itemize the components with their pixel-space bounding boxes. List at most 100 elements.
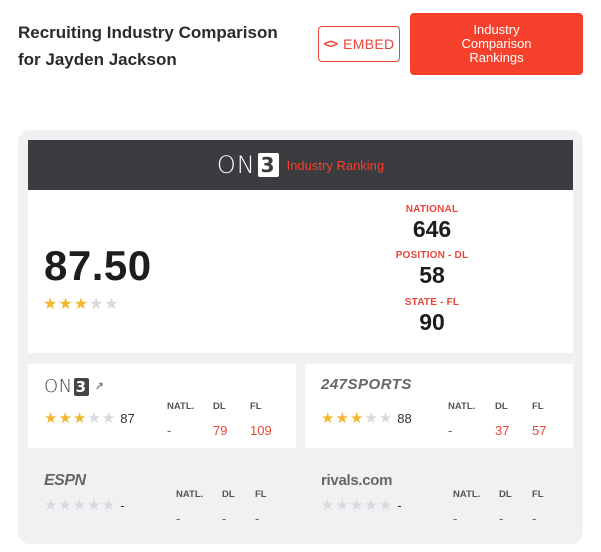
national-rank: NATIONAL 646 (387, 204, 477, 243)
247sports-pos-value: 37 (495, 423, 510, 438)
star-filled-icon: ★ (44, 410, 58, 427)
espn-score: - (120, 498, 125, 513)
star-empty-icon: ★ (378, 410, 393, 427)
rivals-natl-value: - (453, 511, 458, 526)
espn-pos: DL - (222, 489, 235, 526)
on3-small-logo-text: ON (44, 376, 73, 397)
star-empty-icon: ★ (89, 296, 104, 313)
industry-ranking-card: ON 3 Industry Ranking 87.50 ★ ★ ★ ★ ★ NATIONA… (28, 140, 573, 353)
star-empty-icon: ★ (101, 497, 116, 514)
rivals-state-value: - (532, 511, 537, 526)
rivals-pos: DL - (499, 489, 512, 526)
espn-service-card: ESPN ★ ★ ★ ★ ★ - NATL. - DL - FL - (28, 458, 296, 542)
star-filled-icon: ★ (321, 410, 335, 427)
espn-state: FL - (255, 489, 267, 526)
star-filled-icon: ★ (58, 410, 72, 427)
on3-natl-value: - (167, 423, 172, 438)
embed-label: EMBED (343, 36, 395, 52)
espn-natl-value: - (176, 511, 181, 526)
national-rank-value: 646 (412, 216, 452, 242)
on3-state-value: 109 (250, 423, 272, 438)
on3-stars: ★ ★ ★ ★ ★ (44, 411, 115, 426)
industry-comparison-rankings-button[interactable]: Industry Comparison Rankings (410, 13, 583, 75)
247sports-rating: ★ ★ ★ ★ ★ 88 (321, 411, 412, 426)
embed-button[interactable]: <> EMBED (318, 26, 400, 62)
247sports-service-card: 247SPORTS ★ ★ ★ ★ ★ 88 NATL. - DL 37 FL 57 (305, 364, 573, 448)
espn-natl: NATL. - (176, 489, 203, 526)
espn-pos-label: DL (222, 489, 235, 500)
rivals-pos-label: DL (499, 489, 512, 500)
code-icon: <> (323, 36, 339, 52)
rivals-rating: ★ ★ ★ ★ ★ - (321, 498, 402, 513)
star-filled-icon: ★ (335, 410, 349, 427)
247sports-score: 88 (397, 411, 412, 426)
star-empty-icon: ★ (44, 497, 58, 514)
on3-pos-value: 79 (213, 423, 228, 438)
espn-stars: ★ ★ ★ ★ ★ (44, 498, 115, 513)
star-empty-icon: ★ (364, 497, 378, 514)
247sports-state-label: FL (532, 401, 544, 412)
on3-natl-label: NATL. (167, 401, 195, 412)
external-link-icon[interactable]: ↗ (95, 380, 104, 393)
star-filled-icon: ★ (72, 410, 87, 427)
247sports-pos: DL 37 (495, 401, 509, 438)
industry-ranking-label: Industry Ranking (286, 157, 385, 173)
star-empty-icon: ★ (87, 410, 101, 427)
on3-score: 87 (120, 411, 135, 426)
on3-pos-label: DL (213, 401, 226, 412)
on3-state-label: FL (250, 401, 262, 412)
state-rank-value: 90 (419, 309, 445, 335)
rivals-stars: ★ ★ ★ ★ ★ (321, 498, 392, 513)
espn-pos-value: - (222, 511, 227, 526)
rivals-state-label: FL (532, 489, 544, 500)
industry-star-rating: ★ ★ ★ ★ ★ (43, 296, 119, 313)
star-empty-icon: ★ (335, 497, 349, 514)
on3-natl: NATL. - (167, 401, 194, 438)
rivals-natl-label: NATL. (453, 489, 481, 500)
star-empty-icon: ★ (87, 497, 101, 514)
star-empty-icon: ★ (72, 497, 87, 514)
247sports-natl-value: - (448, 423, 453, 438)
rivals-logo[interactable]: rivals.com (321, 472, 393, 489)
on3-service-card: ON 3 ↗ ★ ★ ★ ★ ★ 87 NATL. - DL 79 FL 109 (28, 364, 296, 448)
state-rank: STATE - FL 90 (387, 297, 477, 336)
on3-logo-text: ON (216, 151, 256, 179)
espn-rating: ★ ★ ★ ★ ★ - (44, 498, 125, 513)
247sports-pos-label: DL (495, 401, 508, 412)
247sports-stars: ★ ★ ★ ★ ★ (321, 411, 392, 426)
espn-state-value: - (255, 511, 260, 526)
on3-small-logo: ON 3 (44, 376, 89, 397)
national-rank-label: NATIONAL (405, 204, 459, 215)
star-filled-icon: ★ (73, 296, 89, 313)
on3-state: FL 109 (250, 401, 272, 438)
position-rank: POSITION - DL 58 (387, 250, 477, 289)
star-empty-icon: ★ (101, 410, 116, 427)
on3-logo: ON 3 (217, 151, 279, 179)
industry-ranking-header: ON 3 Industry Ranking (28, 140, 573, 190)
espn-natl-label: NATL. (176, 489, 204, 500)
on3-brand[interactable]: ON 3 ↗ (44, 376, 104, 397)
star-empty-icon: ★ (378, 497, 393, 514)
rivals-state: FL - (532, 489, 544, 526)
position-rank-value: 58 (419, 262, 445, 288)
espn-state-label: FL (255, 489, 267, 500)
page-title: Recruiting Industry Comparison for Jayde… (18, 23, 278, 69)
star-empty-icon: ★ (104, 296, 119, 313)
247sports-natl-label: NATL. (448, 401, 476, 412)
247sports-state-value: 57 (532, 423, 547, 438)
star-filled-icon: ★ (349, 410, 364, 427)
star-empty-icon: ★ (58, 497, 72, 514)
state-rank-label: STATE - FL (404, 297, 460, 308)
star-filled-icon: ★ (43, 296, 58, 313)
rivals-service-card: rivals.com ★ ★ ★ ★ ★ - NATL. - DL - FL - (305, 458, 573, 542)
rivals-score: - (397, 498, 402, 513)
247sports-logo[interactable]: 247SPORTS (321, 376, 412, 393)
position-rank-label: POSITION - DL (395, 250, 469, 261)
on3-rating: ★ ★ ★ ★ ★ 87 (44, 411, 135, 426)
247sports-state: FL 57 (532, 401, 546, 438)
on3-logo-box: 3 (257, 153, 279, 177)
rivals-pos-value: - (499, 511, 504, 526)
on3-pos: DL 79 (213, 401, 227, 438)
247sports-natl: NATL. - (448, 401, 475, 438)
espn-logo[interactable]: ESPN (44, 472, 86, 490)
